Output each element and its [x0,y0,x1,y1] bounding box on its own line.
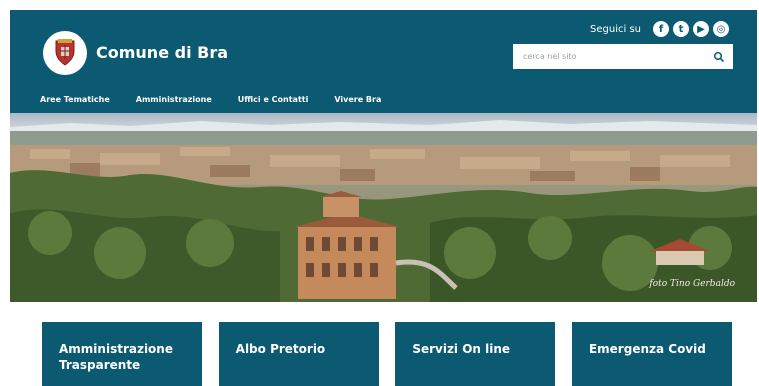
card-title: Amministrazione Trasparente [59,342,173,372]
search-input[interactable] [523,52,713,61]
site-name[interactable]: Comune di Bra [96,43,228,62]
main-nav: Aree Tematiche Amministrazione Uffici e … [40,95,407,104]
quick-links: Amministrazione Trasparente Albo Pretori… [42,322,732,386]
card-emergenza-covid[interactable]: Emergenza Covid [571,322,732,386]
youtube-icon[interactable]: ▶ [693,21,709,37]
nav-item-vivere-bra[interactable]: Vivere Bra [334,95,381,104]
search-icon[interactable] [713,51,725,63]
social-label: Seguici su [590,23,641,35]
facebook-icon[interactable]: f [653,21,669,37]
hero-image: foto Tino Gerbaldo [10,113,757,302]
nav-item-uffici-e-contatti[interactable]: Uffici e Contatti [238,95,309,104]
card-title: Servizi On line [412,342,511,356]
twitter-icon[interactable]: t [673,21,689,37]
nav-item-amministrazione[interactable]: Amministrazione [136,95,212,104]
search-bar [513,44,733,69]
instagram-icon[interactable]: ◎ [713,21,729,37]
card-title: Albo Pretorio [235,342,326,356]
card-servizi-on-line[interactable]: Servizi On line [395,322,556,386]
card-albo-pretorio[interactable]: Albo Pretorio [218,322,379,386]
social-links: Seguici su f t ▶ ◎ [590,18,729,40]
site-header: Seguici su f t ▶ ◎ Comune di Bra Aree Te… [10,10,757,113]
logo[interactable] [43,31,87,75]
card-amministrazione-trasparente[interactable]: Amministrazione Trasparente [42,322,202,386]
coat-of-arms-icon [55,39,75,66]
city-panorama-photo [10,113,757,302]
card-title: Emergenza Covid [588,342,706,356]
photo-credit: foto Tino Gerbaldo [649,279,735,289]
nav-item-aree-tematiche[interactable]: Aree Tematiche [40,95,110,104]
